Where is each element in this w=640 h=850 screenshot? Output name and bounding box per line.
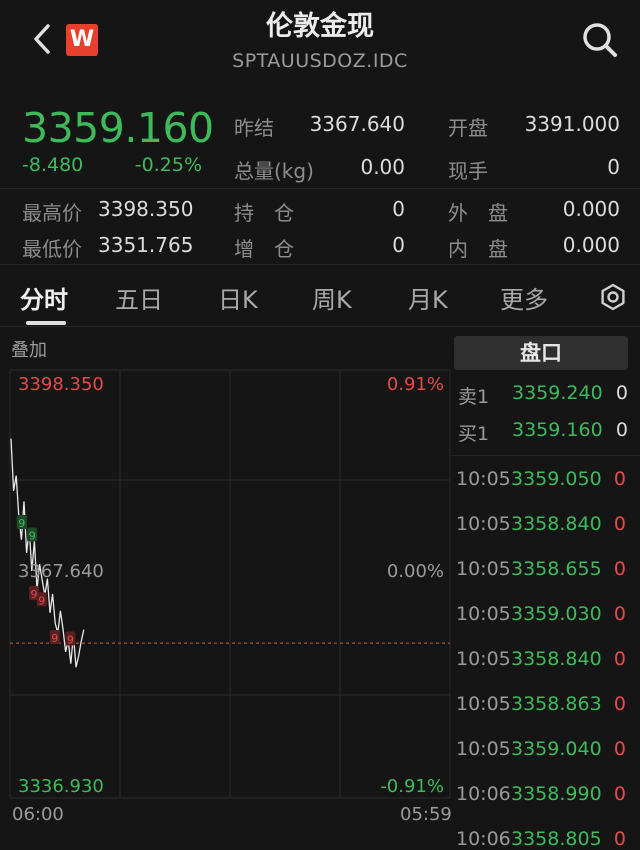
trade-time: 10:05 (456, 603, 511, 625)
inc-value: 0 (392, 233, 405, 257)
signal-marker-red[interactable]: 9 (36, 592, 47, 607)
svg-text:9: 9 (51, 632, 58, 645)
trade-time: 10:05 (456, 738, 511, 760)
trade-time: 10:05 (456, 468, 511, 490)
overlay-button[interactable]: 叠加 (11, 336, 47, 362)
signal-marker-red[interactable]: 9 (49, 630, 60, 645)
y-axis-bottom-percent: -0.91% (380, 776, 444, 797)
trade-quantity: 0 (613, 738, 626, 760)
bid1-label: 买1 (458, 423, 490, 445)
signal-marker-green[interactable]: 9 (16, 514, 27, 530)
trade-time: 10:06 (456, 783, 511, 805)
trade-price: 3359.030 (511, 603, 602, 625)
y-axis-top-percent: 0.91% (387, 374, 444, 395)
hold-value: 0 (392, 197, 405, 221)
trade-quantity: 0 (613, 693, 626, 715)
volume-value: 0.00 (360, 155, 405, 179)
prev-settle-label: 昨结 (234, 116, 274, 140)
trade-price: 3358.655 (511, 558, 602, 580)
svg-text:9: 9 (18, 517, 25, 530)
trade-time: 10:06 (456, 828, 511, 850)
intraday-chart[interactable]: 999 99 9 3398.350 0.91% 3367.640 0.00% 333… (0, 360, 452, 800)
tabs-top-divider (0, 264, 640, 265)
svg-text:9: 9 (29, 530, 36, 543)
inner-value: 0.000 (562, 233, 620, 257)
outer-value: 0.000 (562, 197, 620, 221)
last-price: 3359.160 (22, 104, 214, 152)
signal-marker-green[interactable]: 9 (27, 527, 38, 543)
y-axis-mid-percent: 0.00% (387, 561, 444, 582)
settings-gear-icon[interactable] (598, 282, 628, 312)
low-label: 最低价 (22, 237, 82, 261)
trade-quantity: 0 (613, 558, 626, 580)
inner-label: 内 盘 (448, 237, 508, 261)
trade-time: 10:05 (456, 558, 511, 580)
y-axis-bottom-price: 3336.930 (18, 776, 104, 797)
x-axis-end-time: 05:59 (400, 804, 452, 825)
bid1-quantity: 0 (615, 419, 628, 441)
volume-label: 总量(kg) (234, 159, 314, 183)
tabs-bottom-divider (0, 326, 640, 327)
chart-grid (9, 369, 451, 799)
trade-price: 3359.040 (511, 738, 602, 760)
trade-price: 3358.805 (511, 828, 602, 850)
ask1-label: 卖1 (458, 386, 490, 408)
inc-label: 增 仓 (234, 237, 294, 261)
symbol-code: SPTAUUSDOZ.IDC (232, 50, 408, 72)
order-book-divider (452, 455, 640, 456)
y-axis-mid-price: 3367.640 (18, 561, 104, 582)
open-label: 开盘 (448, 116, 488, 140)
trade-quantity: 0 (613, 828, 626, 850)
svg-text:9: 9 (31, 588, 38, 601)
trade-quantity: 0 (613, 603, 626, 625)
prev-settle-value: 3367.640 (309, 112, 405, 136)
order-book-button[interactable]: 盘口 (454, 336, 628, 370)
trade-time: 10:05 (456, 513, 511, 535)
trade-price: 3358.990 (511, 783, 602, 805)
trade-quantity: 0 (613, 783, 626, 805)
trade-quantity: 0 (613, 648, 626, 670)
trade-price: 3358.863 (511, 693, 602, 715)
signal-marker-red[interactable]: 9 (65, 631, 76, 646)
trade-price: 3358.840 (511, 513, 602, 535)
tab-five-day[interactable]: 五日 (115, 280, 163, 315)
ask1-quantity: 0 (615, 382, 628, 404)
search-icon[interactable] (580, 20, 620, 60)
trade-time: 10:05 (456, 648, 511, 670)
current-hand-label: 现手 (448, 159, 488, 183)
y-axis-top-price: 3398.350 (18, 374, 104, 395)
tab-intraday[interactable]: 分时 (20, 280, 68, 315)
current-hand-value: 0 (607, 155, 620, 179)
tab-monthly-k[interactable]: 月K (408, 280, 448, 315)
x-axis-start-time: 06:00 (12, 804, 64, 825)
tab-daily-k[interactable]: 日K (218, 280, 258, 315)
tab-more[interactable]: 更多 (500, 280, 548, 315)
open-value: 3391.000 (524, 112, 620, 136)
ask1-price: 3359.240 (512, 382, 603, 404)
hold-label: 持 仓 (234, 201, 294, 225)
svg-text:9: 9 (38, 594, 45, 607)
trade-quantity: 0 (613, 468, 626, 490)
high-label: 最高价 (22, 201, 82, 225)
low-value: 3351.765 (98, 233, 194, 257)
high-value: 3398.350 (98, 197, 194, 221)
price-change: -8.480 (22, 154, 84, 176)
svg-text:9: 9 (67, 633, 74, 646)
trade-time: 10:05 (456, 693, 511, 715)
trade-price: 3359.050 (511, 468, 602, 490)
tab-weekly-k[interactable]: 周K (312, 280, 352, 315)
page-title: 伦敦金现 (266, 11, 374, 42)
active-tab-indicator (26, 321, 66, 325)
trade-price: 3358.840 (511, 648, 602, 670)
price-change-percent: -0.25% (134, 154, 202, 176)
bid1-price: 3359.160 (512, 419, 603, 441)
trade-quantity: 0 (613, 513, 626, 535)
quote-divider (0, 188, 640, 189)
outer-label: 外 盘 (448, 201, 508, 225)
